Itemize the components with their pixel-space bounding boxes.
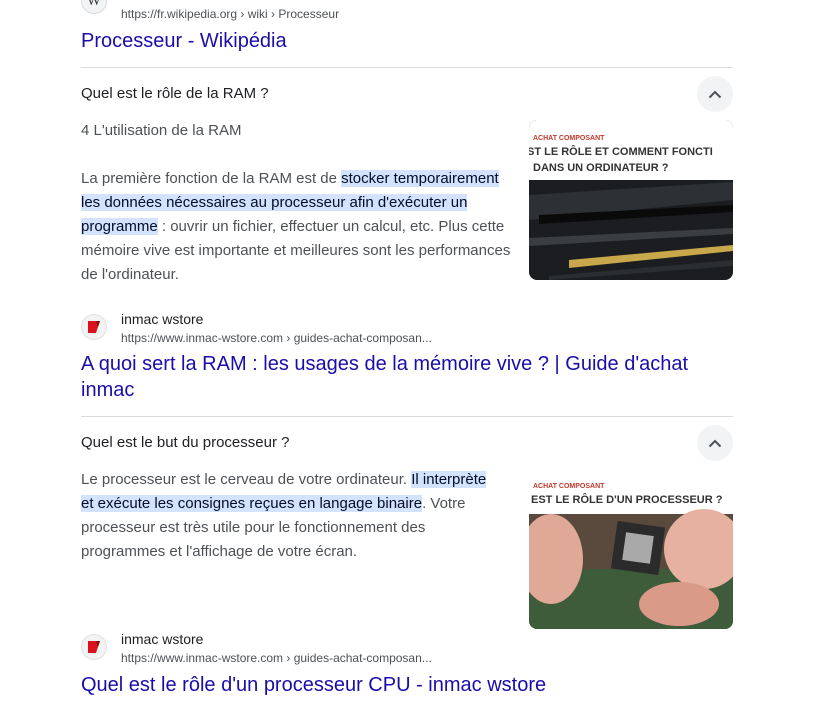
answer-snippet: La première fonction de la RAM est de st… xyxy=(81,170,511,283)
collapse-button[interactable] xyxy=(697,425,733,461)
thumb-line2: DANS UN ORDINATEUR ? xyxy=(533,162,669,174)
answer-heading: 4 L'utilisation de la RAM xyxy=(81,122,242,139)
divider xyxy=(81,416,733,417)
faq-question[interactable]: Quel est le rôle de la RAM ? xyxy=(81,85,269,102)
chevron-up-icon xyxy=(708,439,722,447)
source-url: https://www.inmac-wstore.com › guides-ac… xyxy=(121,331,432,345)
processor-image: ACHAT COMPOSANT EST LE RÔLE D'UN PROCESS… xyxy=(529,469,733,629)
result-title-link[interactable]: Processeur - Wikipédia xyxy=(81,28,287,54)
inmac-favicon xyxy=(81,634,107,660)
collapse-button[interactable] xyxy=(697,76,733,112)
chevron-up-icon xyxy=(708,90,722,98)
answer-snippet: Le processeur est le cerveau de votre or… xyxy=(81,471,487,560)
source-name: inmac wstore xyxy=(121,311,204,327)
result-thumbnail[interactable]: ACHAT COMPOSANT ST LE RÔLE ET COMMENT FO… xyxy=(529,120,733,280)
ram-image: ACHAT COMPOSANT ST LE RÔLE ET COMMENT FO… xyxy=(529,120,733,280)
thumb-tag: ACHAT COMPOSANT xyxy=(533,135,605,142)
inmac-logo-icon xyxy=(88,321,100,333)
faq-question[interactable]: Quel est le but du processeur ? xyxy=(81,434,289,451)
result-url: https://fr.wikipedia.org › wiki › Proces… xyxy=(121,7,340,21)
result-title-link[interactable]: Quel est le rôle d'un processeur CPU - i… xyxy=(81,672,721,698)
result-thumbnail[interactable]: ACHAT COMPOSANT EST LE RÔLE D'UN PROCESS… xyxy=(529,469,733,629)
thumb-line1: EST LE RÔLE D'UN PROCESSEUR ? xyxy=(531,493,723,506)
source-url: https://www.inmac-wstore.com › guides-ac… xyxy=(121,651,432,665)
source-name: inmac wstore xyxy=(121,631,204,647)
result-title-link[interactable]: A quoi sert la RAM : les usages de la mé… xyxy=(81,351,721,403)
wikipedia-favicon: W xyxy=(81,0,107,14)
divider xyxy=(81,67,733,68)
thumb-line1: ST LE RÔLE ET COMMENT FONCTI xyxy=(529,145,713,158)
thumb-tag: ACHAT COMPOSANT xyxy=(533,483,605,490)
inmac-favicon xyxy=(81,314,107,340)
inmac-logo-icon xyxy=(88,641,100,653)
